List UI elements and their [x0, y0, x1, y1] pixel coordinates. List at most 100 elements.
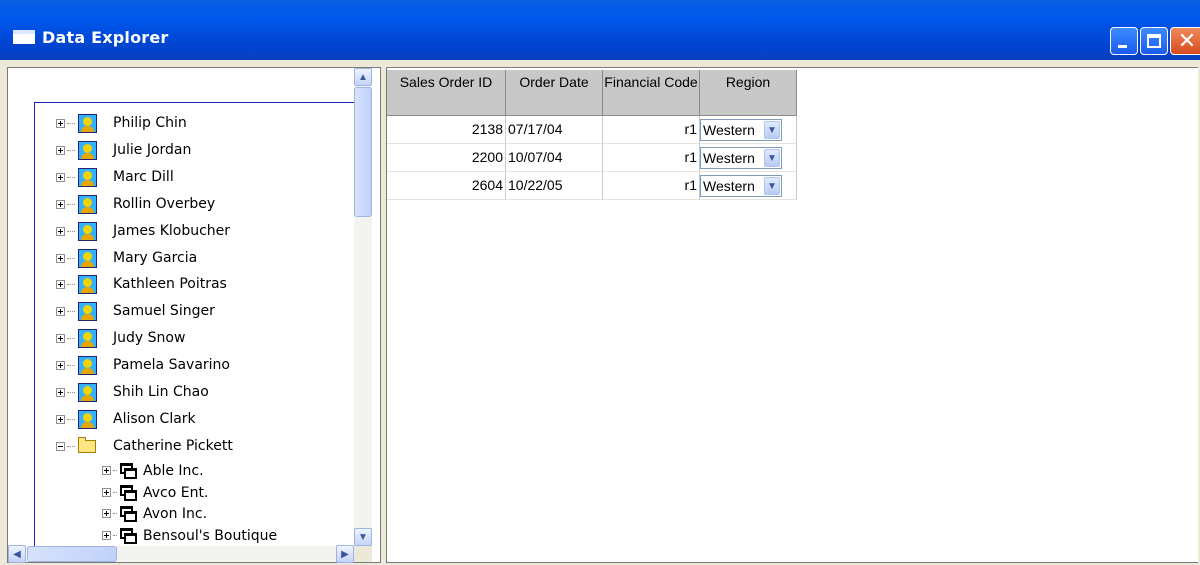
tree-horizontal-scrollbar[interactable]: ◀ ▶	[8, 545, 354, 563]
scroll-thumb[interactable]	[354, 87, 372, 217]
expand-icon[interactable]	[56, 226, 65, 236]
person-name: Samuel Singer	[113, 303, 215, 319]
company-name: Avco Ent.	[143, 484, 209, 501]
expand-icon[interactable]	[56, 118, 65, 128]
person-name: Rollin Overbey	[113, 196, 216, 212]
person-icon	[78, 355, 97, 375]
window-icon	[13, 30, 35, 44]
expand-icon[interactable]	[56, 333, 65, 343]
expand-icon[interactable]	[56, 279, 65, 289]
tree-item-person-expanded[interactable]: Catherine Pickett	[56, 433, 233, 459]
column-header-financial-code[interactable]: Financial Code	[603, 70, 700, 116]
region-value: Western	[703, 122, 755, 138]
expand-icon[interactable]	[56, 306, 65, 316]
company-icon	[120, 462, 137, 479]
person-icon	[78, 113, 97, 133]
person-name: Judy Snow	[113, 330, 186, 346]
expand-icon[interactable]	[56, 360, 65, 370]
tree-item-person[interactable]: Samuel Singer	[56, 298, 215, 324]
chevron-down-icon[interactable]: ▼	[764, 121, 780, 139]
expand-icon[interactable]	[102, 488, 111, 497]
tree-item-company[interactable]: Avon Inc.	[102, 503, 207, 524]
scroll-left-button[interactable]: ◀	[8, 545, 26, 563]
region-value: Western	[703, 178, 755, 194]
tree-pane: Philip Chin Julie Jordan Marc Dill Rolli…	[7, 67, 381, 563]
tree-item-company[interactable]: Avco Ent.	[102, 482, 208, 503]
person-name: Alison Clark	[113, 411, 196, 427]
region-dropdown[interactable]: Western ▼	[700, 147, 782, 169]
hscroll-thumb[interactable]	[27, 546, 117, 562]
cell-region: Western ▼	[700, 116, 797, 144]
cell-financial-code[interactable]: r1	[603, 172, 700, 200]
person-name: Kathleen Poitras	[113, 276, 227, 292]
person-icon	[78, 409, 97, 429]
region-dropdown[interactable]: Western ▼	[700, 119, 782, 141]
person-name: Catherine Pickett	[113, 438, 233, 454]
tree-item-person[interactable]: Marc Dill	[56, 164, 174, 190]
tree-vertical-scrollbar[interactable]: ▲ ▼	[354, 68, 372, 546]
chevron-down-icon[interactable]: ▼	[764, 149, 780, 167]
scroll-right-button[interactable]: ▶	[336, 545, 354, 563]
person-icon	[78, 167, 97, 187]
maximize-button[interactable]	[1140, 27, 1168, 55]
column-header-region[interactable]: Region	[700, 70, 797, 116]
tree-item-person[interactable]: Pamela Savarino	[56, 352, 230, 378]
expand-icon[interactable]	[56, 253, 65, 263]
company-icon	[120, 527, 137, 544]
tree-item-person[interactable]: James Klobucher	[56, 218, 230, 244]
expand-icon[interactable]	[56, 387, 65, 397]
tree-item-company[interactable]: Bensoul's Boutique	[102, 525, 277, 546]
cell-sales-order-id[interactable]: 2138	[387, 116, 506, 144]
cell-sales-order-id[interactable]: 2604	[387, 172, 506, 200]
tree-item-person[interactable]: Shih Lin Chao	[56, 379, 209, 405]
person-name: Julie Jordan	[113, 142, 192, 158]
column-header-sales-order-id[interactable]: Sales Order ID	[387, 70, 506, 116]
close-icon: ✕	[1177, 28, 1197, 54]
person-icon	[78, 221, 97, 241]
close-button[interactable]: ✕	[1170, 27, 1200, 55]
cell-order-date[interactable]: 07/17/04	[506, 116, 603, 144]
expand-icon[interactable]	[102, 509, 111, 518]
company-icon	[120, 505, 137, 522]
tree-item-person[interactable]: Julie Jordan	[56, 137, 191, 163]
person-name: James Klobucher	[113, 223, 231, 239]
person-icon	[78, 328, 97, 348]
person-icon	[78, 194, 97, 214]
chevron-down-icon[interactable]: ▼	[764, 177, 780, 195]
expand-icon[interactable]	[56, 145, 65, 155]
open-folder-icon	[78, 436, 96, 453]
cell-order-date[interactable]: 10/07/04	[506, 144, 603, 172]
expand-icon[interactable]	[102, 466, 111, 475]
window-title: Data Explorer	[42, 28, 169, 47]
person-icon	[78, 301, 97, 321]
column-header-order-date[interactable]: Order Date	[506, 70, 603, 116]
tree-item-person[interactable]: Philip Chin	[56, 110, 187, 136]
cell-region: Western ▼	[700, 172, 797, 200]
person-name: Pamela Savarino	[113, 357, 230, 373]
title-bar: Data Explorer ✕	[0, 0, 1200, 60]
tree-item-person[interactable]: Alison Clark	[56, 406, 196, 432]
scroll-down-button[interactable]: ▼	[354, 528, 372, 546]
tree-item-person[interactable]: Kathleen Poitras	[56, 271, 227, 297]
cell-order-date[interactable]: 10/22/05	[506, 172, 603, 200]
collapse-icon[interactable]	[56, 441, 65, 451]
orders-grid: Sales Order ID Order Date Financial Code…	[386, 67, 1198, 563]
tree-item-person[interactable]: Judy Snow	[56, 325, 185, 351]
tree-item-person[interactable]: Rollin Overbey	[56, 191, 215, 217]
minimize-button[interactable]	[1110, 27, 1138, 55]
cell-financial-code[interactable]: r1	[603, 144, 700, 172]
expand-icon[interactable]	[56, 172, 65, 182]
window-client: Philip Chin Julie Jordan Marc Dill Rolli…	[0, 60, 1200, 565]
scrollbar-corner	[354, 546, 372, 562]
cell-financial-code[interactable]: r1	[603, 116, 700, 144]
region-dropdown[interactable]: Western ▼	[700, 175, 782, 197]
scroll-up-button[interactable]: ▲	[354, 68, 372, 86]
tree-item-person[interactable]: Mary Garcia	[56, 245, 197, 271]
cell-sales-order-id[interactable]: 2200	[387, 144, 506, 172]
person-name: Philip Chin	[113, 115, 187, 131]
expand-icon[interactable]	[56, 414, 65, 424]
company-name: Able Inc.	[143, 462, 204, 479]
expand-icon[interactable]	[56, 199, 65, 209]
expand-icon[interactable]	[102, 531, 111, 540]
tree-item-company[interactable]: Able Inc.	[102, 460, 204, 481]
